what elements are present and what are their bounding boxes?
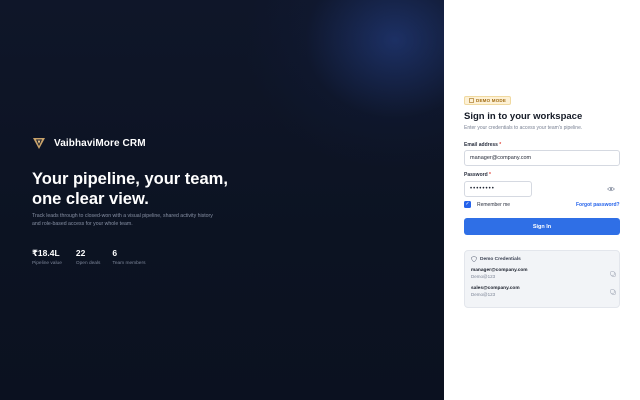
forgot-password-link[interactable]: Forgot password?: [576, 202, 620, 208]
credential-password: Demo@123: [471, 292, 496, 297]
stat-value: ₹18.4L: [32, 248, 60, 258]
stat-open-deals: 22 Open deals: [76, 248, 101, 266]
flag-icon: [469, 98, 474, 103]
sign-in-button[interactable]: Sign In: [464, 218, 620, 235]
credential-item[interactable]: sales@company.com Demo@123: [471, 286, 520, 298]
remember-checkbox[interactable]: ✓: [464, 201, 471, 208]
credentials-title: Demo Credentials: [480, 256, 521, 262]
email-value: manager@company.com: [470, 155, 532, 161]
demo-mode-badge: DEMO MODE: [464, 96, 512, 105]
credentials-header: Demo Credentials: [471, 256, 521, 262]
password-value: ••••••••: [470, 186, 495, 192]
stat-team-members: 6 Team members: [112, 248, 145, 266]
stat-pipeline-value: ₹18.4L Pipeline value: [32, 248, 62, 266]
shield-icon: [471, 256, 477, 262]
email-label: Email address *: [464, 142, 501, 148]
stat-label: Pipeline value: [32, 261, 62, 266]
logo-icon: [33, 138, 45, 149]
password-label: Password *: [464, 172, 491, 178]
sign-in-panel: DEMO MODE Sign in to your workspace Ente…: [444, 0, 640, 400]
form-subtitle: Enter your credentials to access your te…: [464, 125, 583, 131]
copy-icon[interactable]: [610, 271, 616, 277]
credential-password: Demo@123: [471, 274, 496, 279]
email-label-text: Email address: [464, 142, 498, 148]
copy-icon[interactable]: [610, 289, 616, 295]
remember-label: Remember me: [477, 201, 511, 208]
hero-headline: Your pipeline, your team, one clear view…: [32, 170, 228, 208]
stat-value: 22: [75, 248, 86, 258]
stat-label: Open deals: [75, 261, 101, 266]
email-field[interactable]: manager@company.com: [464, 150, 620, 166]
required-mark: *: [499, 142, 502, 148]
stat-label: Team members: [112, 261, 146, 266]
brand-name: VaibhaviMore CRM: [54, 137, 146, 149]
demo-credentials-box: Demo Credentials manager@company.com Dem…: [464, 250, 620, 308]
remember-me[interactable]: ✓ Remember me: [464, 201, 510, 208]
show-password-icon[interactable]: [607, 185, 615, 193]
password-label-text: Password: [464, 172, 488, 178]
brand: VaibhaviMore CRM: [32, 136, 146, 150]
credential-item[interactable]: manager@company.com Demo@123: [471, 268, 528, 280]
hero-tagline: Track leads through to closed-won with a…: [32, 213, 213, 227]
badge-label: DEMO MODE: [476, 98, 507, 103]
stat-value: 6: [112, 248, 118, 258]
hero-stats: ₹18.4L Pipeline value 22 Open deals 6 Te…: [32, 248, 159, 266]
sign-in-label: Sign In: [532, 223, 552, 230]
password-field[interactable]: ••••••••: [464, 181, 532, 197]
hero-panel: VaibhaviMore CRM Your pipeline, your tea…: [0, 0, 444, 400]
required-mark: *: [489, 172, 491, 178]
form-title: Sign in to your workspace: [464, 111, 583, 122]
